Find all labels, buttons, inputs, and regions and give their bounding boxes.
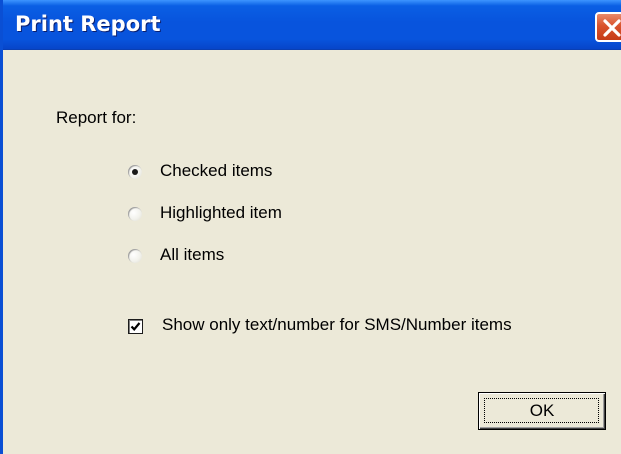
sms-number-label[interactable]: Show only text/number for SMS/Number ite…: [162, 315, 512, 335]
ok-button[interactable]: OK: [478, 392, 606, 430]
report-for-label: Report for:: [56, 108, 137, 127]
close-button[interactable]: [595, 12, 621, 42]
title-bar[interactable]: Print Report: [3, 0, 621, 50]
radio-button-highlighted-item[interactable]: [128, 207, 142, 221]
sms-number-checkbox[interactable]: [128, 319, 143, 334]
radio-label-all-items[interactable]: All items: [160, 245, 224, 265]
print-report-dialog: Print Report Report for: Checked items H…: [0, 0, 621, 454]
radio-selected-dot: [132, 169, 138, 175]
ok-button-label: OK: [529, 401, 555, 420]
radio-label-checked-items[interactable]: Checked items: [160, 161, 272, 181]
window-title: Print Report: [15, 12, 161, 36]
radio-button-all-items[interactable]: [128, 249, 142, 263]
radio-button-checked-items[interactable]: [128, 165, 142, 179]
radio-label-highlighted-item[interactable]: Highlighted item: [160, 203, 282, 223]
dialog-content: Report for: Checked items Highlighted it…: [3, 50, 621, 454]
